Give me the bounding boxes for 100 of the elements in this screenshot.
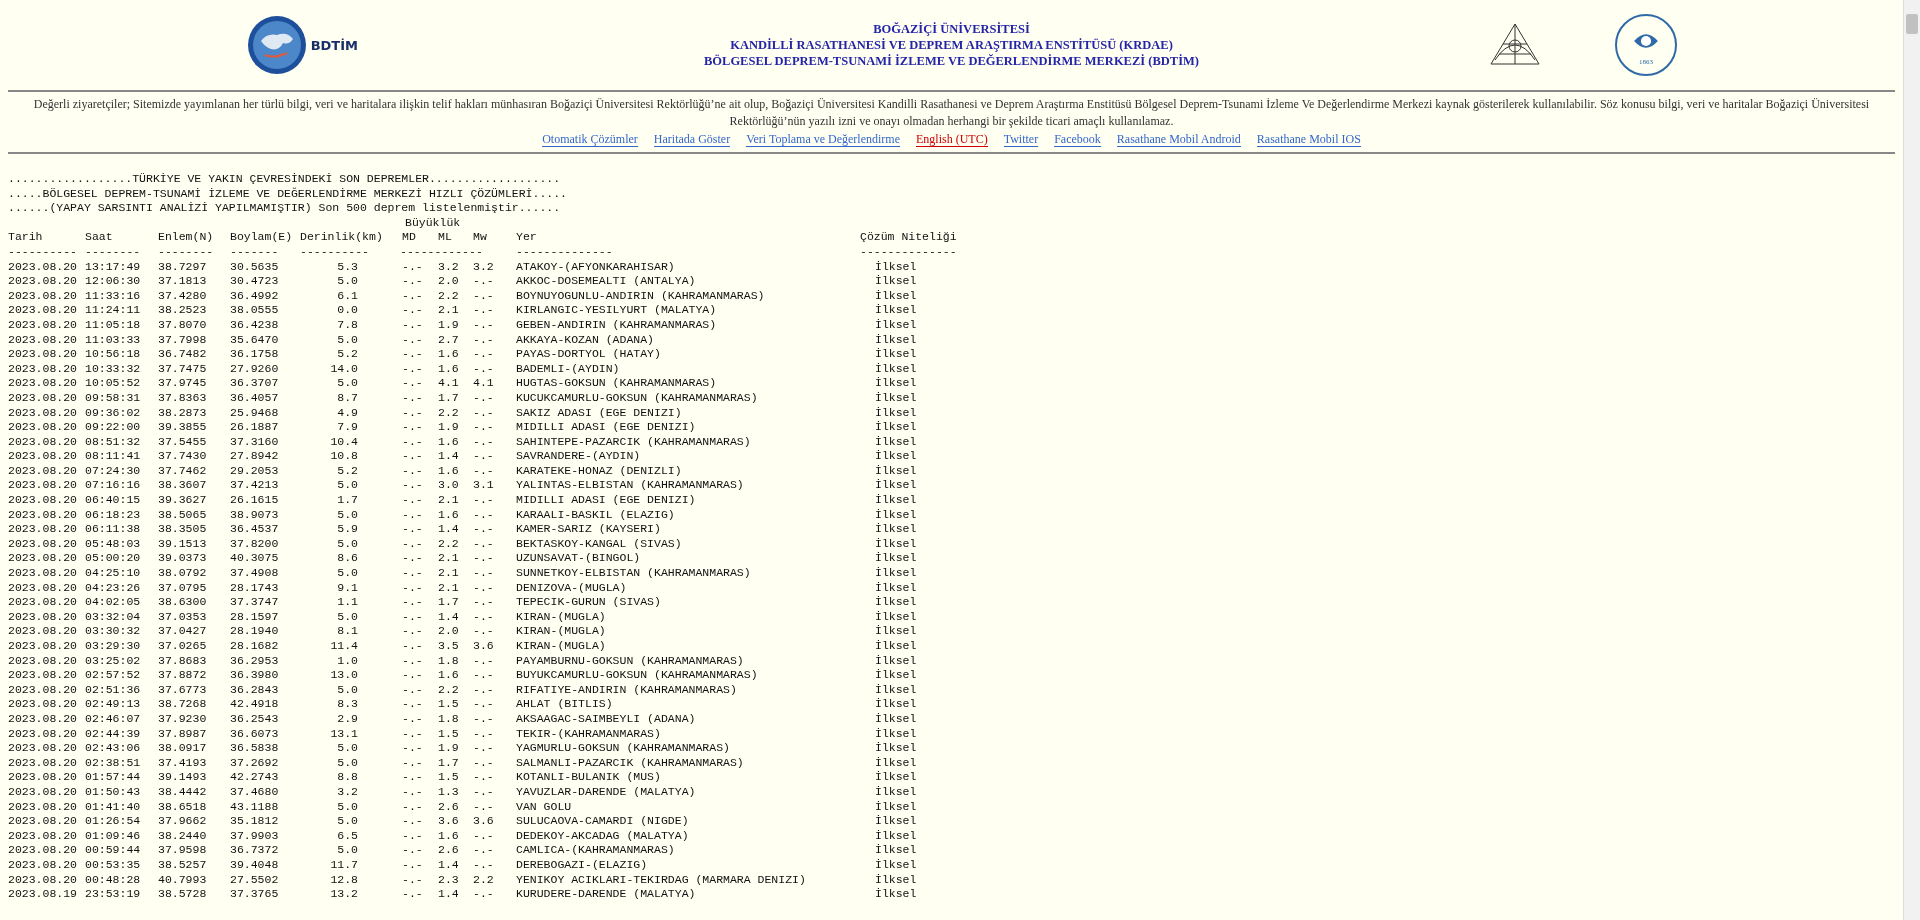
table-cell-text: 8.7: [336, 390, 358, 406]
table-cell-text: 28.1743: [230, 580, 280, 596]
nav-link[interactable]: Otomatik Çözümler: [542, 132, 638, 147]
table-cell-text: 2023.08.20: [8, 770, 78, 785]
table-cell-text: 2.1: [438, 493, 460, 508]
table-cell-text: 36.7482: [158, 347, 208, 362]
table-cell-text: 37.9598: [158, 843, 208, 858]
table-cell-text: 11:03:33: [85, 332, 142, 348]
table-cell-text: YAVUZLAR-DARENDE (MALATYA): [516, 784, 697, 800]
table-cell-text: PAYAMBURNU-GOKSUN (KAHRAMANMARAS): [516, 653, 745, 669]
table-cell-text: 3.2: [438, 259, 460, 275]
table-cell-text: 5.2: [336, 347, 358, 362]
table-cell-text: 02:44:39: [85, 726, 142, 742]
table-cell-text: 2023.08.20: [8, 347, 78, 362]
table-cell-text: 36.5838: [230, 741, 280, 756]
table-cell-text: -.-: [473, 609, 495, 625]
globe-logo-icon: [246, 15, 307, 75]
table-cell-text: İlksel: [875, 697, 918, 712]
table-cell-text: YALINTAS-ELBISTAN (KAHRAMANMARAS): [516, 478, 745, 494]
table-cell-text: İlksel: [875, 288, 918, 304]
table-cell-text: 39.0373: [158, 551, 208, 567]
table-cell-text: 2.9: [336, 711, 358, 727]
table-cell-text: 00:59:44: [85, 843, 142, 858]
table-cell-text: 02:51:36: [85, 682, 142, 698]
table-cell-text: 2.6: [438, 843, 460, 858]
table-cell-text: 38.5728: [158, 887, 208, 902]
table-cell-text: -.-: [473, 653, 495, 669]
table-cell-text: -.-: [473, 361, 495, 377]
scrollbar-thumb[interactable]: [1906, 14, 1918, 34]
table-cell-text: 37.8070: [158, 317, 208, 333]
table-cell-text: 2023.08.20: [8, 434, 78, 450]
table-cell-text: 02:38:51: [85, 755, 142, 771]
table-cell-text: 3.5: [438, 639, 460, 654]
table-cell-text: 5.0: [336, 843, 358, 858]
table-cell-text: 1.6: [438, 347, 460, 362]
nav-link[interactable]: Veri Toplama ve Değerlendirme: [746, 132, 901, 147]
table-cell-text: -.-: [402, 507, 424, 523]
table-cell-text: SALMANLI-PAZARCIK (KAHRAMANMARAS): [516, 755, 745, 771]
table-cell-text: 2023.08.20: [8, 288, 78, 304]
table-cell-text: 09:36:02: [85, 405, 142, 421]
table-cell-text: 38.0555: [230, 303, 280, 318]
table-cell-text: 38.7268: [158, 697, 208, 712]
table-cell-text: 10.8: [329, 449, 358, 464]
table-cell-text: 1.5: [438, 726, 460, 742]
nav-link[interactable]: Rasathane Mobil IOS: [1256, 132, 1361, 147]
table-cell-text: İlksel: [875, 449, 918, 464]
table-cell-text: 7.9: [336, 420, 358, 435]
table-cell-text: -.-: [402, 595, 424, 610]
table-cell-text: 37.7998: [158, 332, 208, 348]
table-cell-text: İlksel: [875, 872, 918, 888]
nav-link[interactable]: English (UTC): [916, 132, 988, 147]
table-cell-text: 38.2440: [158, 828, 208, 844]
table-cell-text: 10:33:32: [85, 361, 142, 377]
table-cell-text: -.-: [402, 463, 424, 479]
table-cell-text: 03:30:32: [85, 624, 142, 639]
table-cell-text: 37.3747: [230, 595, 280, 610]
table-cell-text: -.-: [402, 741, 424, 756]
table-cell-text: 03:29:30: [85, 639, 142, 654]
table-cell-text: İlksel: [875, 741, 918, 756]
table-cell-text: 2023.08.20: [8, 741, 78, 756]
table-cell-text: İlksel: [875, 376, 918, 391]
table-cell-text: 2023.08.20: [8, 609, 78, 625]
table-cell-text: 5.0: [336, 566, 358, 581]
table-cell-text: 4.9: [336, 405, 358, 421]
table-cell-text: 37.7430: [158, 449, 208, 464]
nav-link[interactable]: Facebook: [1054, 132, 1101, 147]
table-cell-text: 37.3160: [230, 434, 280, 450]
nav-link[interactable]: Twitter: [1003, 132, 1039, 147]
nav-link[interactable]: Rasathane Mobil Android: [1116, 132, 1241, 147]
table-cell-text: 1.6: [438, 668, 460, 683]
table-cell-text: 1.5: [438, 697, 460, 712]
table-cell-text: -.-: [402, 653, 424, 669]
table-cell-text: İlksel: [875, 624, 918, 639]
nav-link[interactable]: Haritada Göster: [653, 132, 731, 147]
scrollbar[interactable]: [1903, 0, 1920, 920]
table-cell-text: -.-: [473, 799, 495, 815]
table-cell-text: 27.5502: [230, 872, 280, 888]
table-cell-text: 2023.08.20: [8, 405, 78, 421]
table-cell-text: 3.2: [473, 259, 495, 275]
table-cell-text: 27.9260: [230, 361, 280, 377]
table-cell-text: 43.1188: [230, 799, 280, 815]
table-cell-text: İlksel: [875, 332, 918, 348]
table-cell-text: 37.9903: [230, 828, 280, 844]
table-cell-text: İlksel: [875, 755, 918, 771]
table-cell-text: -.-: [402, 347, 424, 362]
table-cell-text: 04:02:05: [85, 595, 142, 610]
column-rule: --------------: [516, 244, 614, 260]
table-cell-text: -.-: [473, 682, 495, 698]
table-cell-text: 37.5455: [158, 434, 208, 450]
table-cell-text: 30.4723: [230, 274, 280, 289]
table-cell-text: 2023.08.20: [8, 420, 78, 435]
table-cell-text: 37.6773: [158, 682, 208, 698]
table-cell-text: 8.6: [336, 551, 358, 567]
table-cell-text: -.-: [402, 857, 424, 873]
table-cell-text: BEKTASKOY-KANGAL (SIVAS): [516, 536, 683, 552]
table-cell-text: İlksel: [875, 390, 918, 406]
table-cell-text: 2023.08.20: [8, 872, 78, 888]
table-cell-text: -.-: [473, 390, 495, 406]
table-cell-text: 36.4537: [230, 522, 280, 537]
table-cell-text: -.-: [402, 711, 424, 727]
